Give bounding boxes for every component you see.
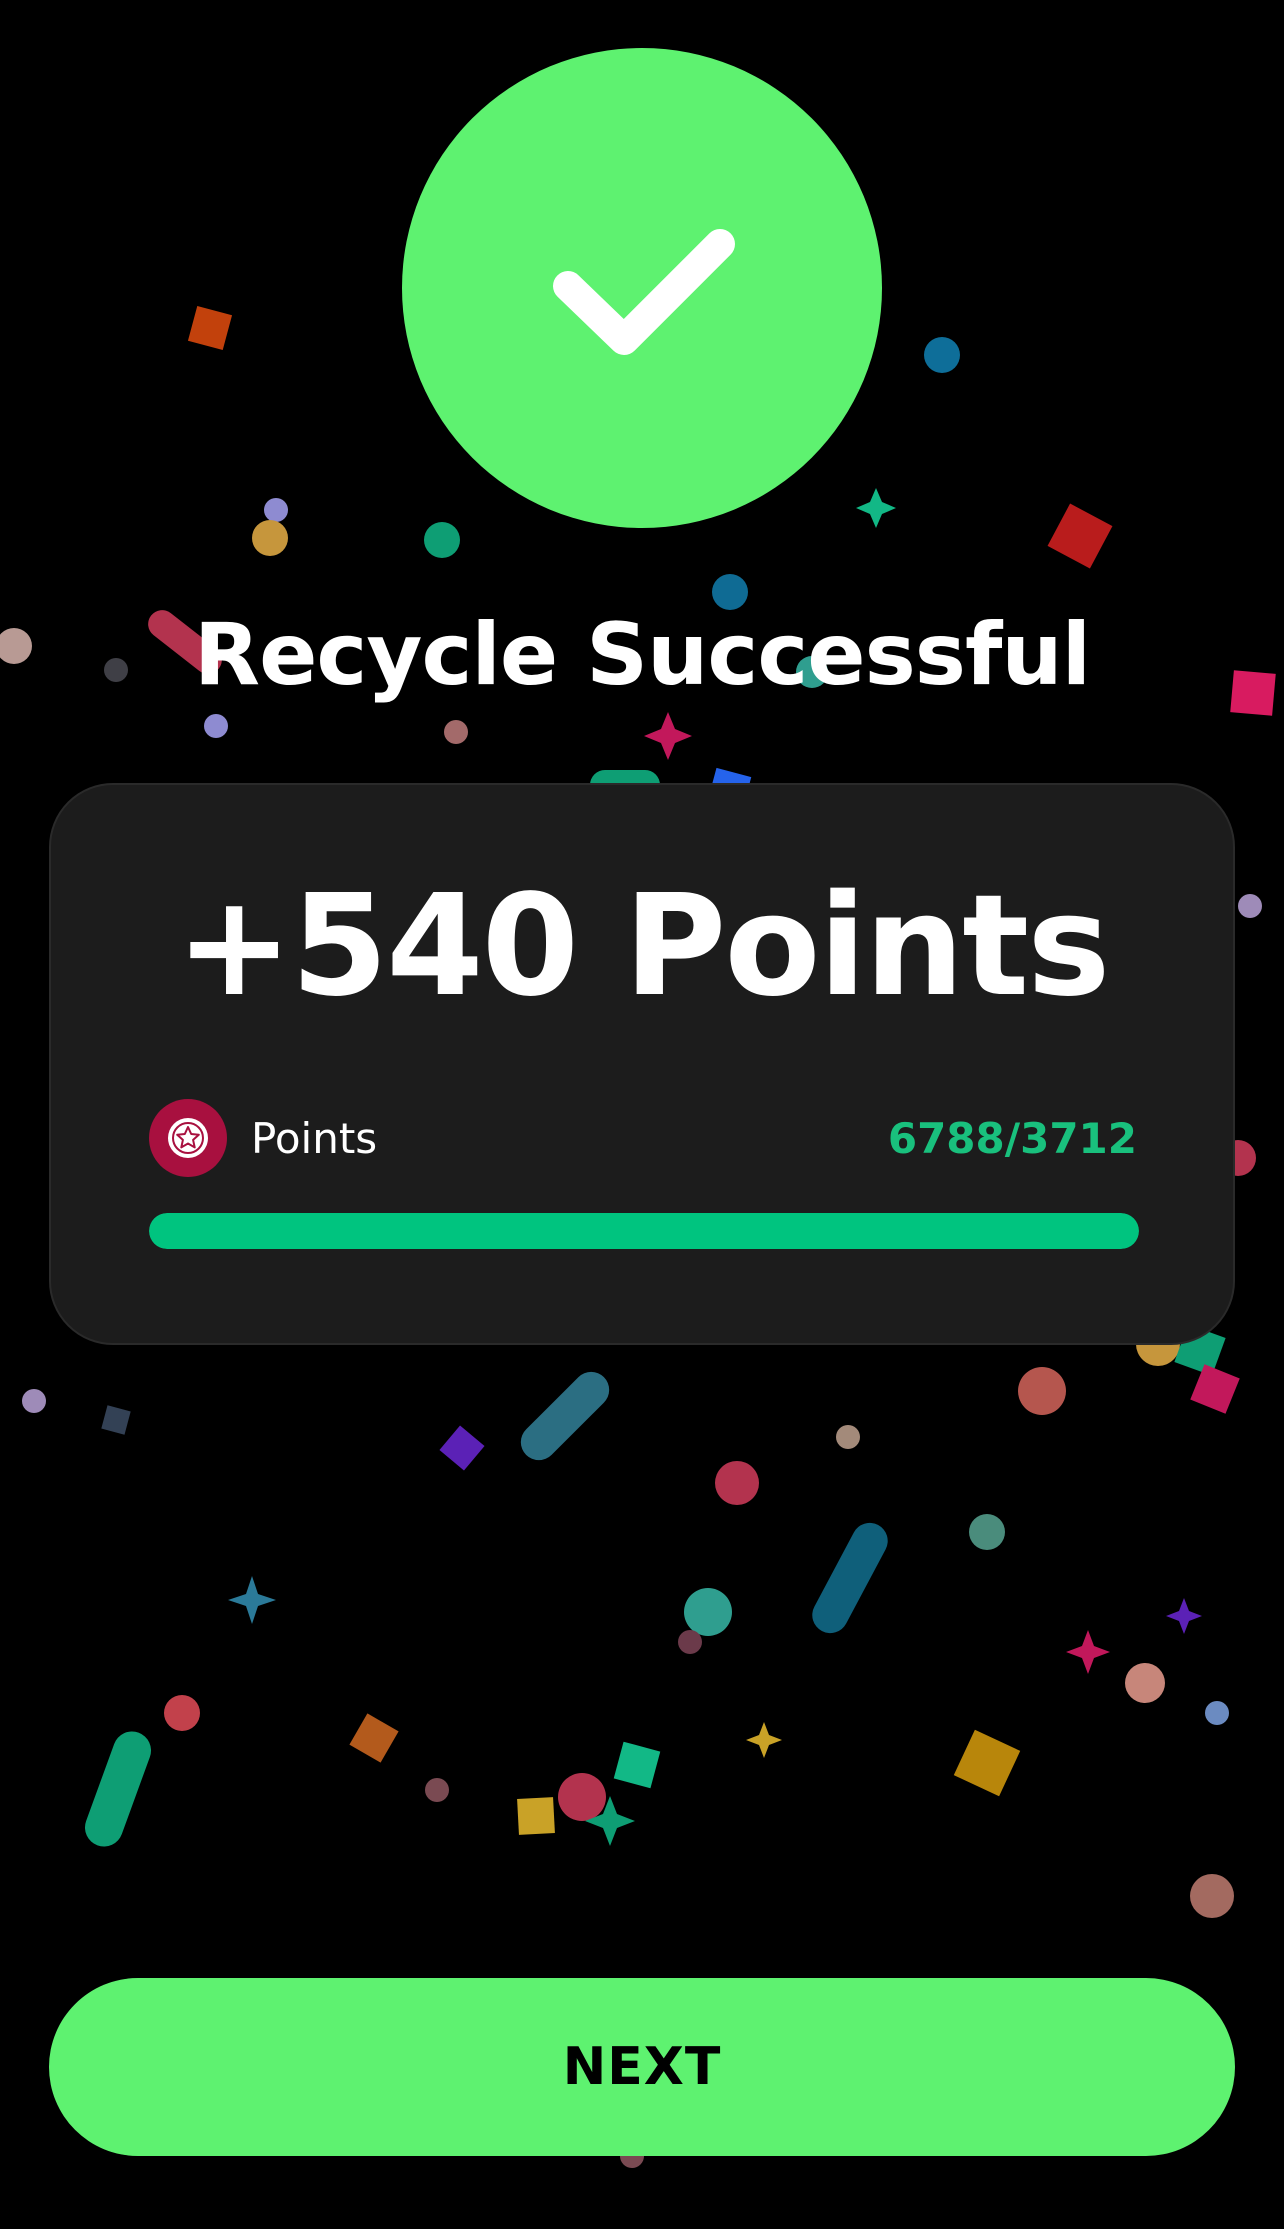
confetti-piece xyxy=(164,1695,200,1731)
confetti-piece xyxy=(836,1425,860,1449)
points-awarded: +540 Points xyxy=(175,865,1111,1028)
points-progress-text: 6788/3712 xyxy=(887,1114,1137,1163)
confetti-piece xyxy=(613,1741,661,1789)
confetti-piece xyxy=(678,1630,702,1654)
confetti-piece xyxy=(1066,1630,1110,1674)
confetti-piece xyxy=(349,1713,399,1763)
confetti-piece xyxy=(264,498,288,522)
confetti-piece xyxy=(969,1514,1005,1550)
points-progress-fill xyxy=(149,1213,1139,1249)
confetti-piece xyxy=(812,1522,888,1634)
confetti-piece xyxy=(924,337,960,373)
confetti-piece xyxy=(84,1731,152,1847)
confetti-piece xyxy=(746,1722,782,1758)
star-badge-icon xyxy=(149,1099,227,1177)
next-button[interactable]: NEXT xyxy=(49,1978,1235,2156)
checkmark-icon xyxy=(553,229,735,355)
confetti-piece xyxy=(252,520,288,556)
points-card: +540 Points Points 6788/3712 xyxy=(49,783,1235,1345)
confetti-piece xyxy=(444,720,468,744)
confetti-piece xyxy=(715,1461,759,1505)
confetti-piece xyxy=(228,1576,276,1624)
confetti-piece xyxy=(425,1778,449,1802)
points-label: Points xyxy=(251,1114,378,1163)
confetti-piece xyxy=(1018,1367,1066,1415)
confetti-piece xyxy=(684,1588,732,1636)
success-circle xyxy=(402,48,882,528)
confetti-piece xyxy=(644,712,692,760)
confetti-piece xyxy=(558,1773,606,1821)
confetti-piece xyxy=(424,522,460,558)
confetti-piece xyxy=(856,488,896,528)
page-title: Recycle Successful xyxy=(193,605,1091,705)
confetti-piece xyxy=(1205,1701,1229,1725)
confetti-piece xyxy=(1047,503,1113,569)
confetti-piece xyxy=(22,1389,46,1413)
confetti-piece xyxy=(187,305,233,351)
confetti-piece xyxy=(520,1371,610,1461)
confetti-piece xyxy=(439,1425,485,1471)
confetti-piece xyxy=(1190,1874,1234,1918)
confetti-piece xyxy=(101,1405,131,1435)
confetti-piece xyxy=(1190,1364,1240,1414)
confetti-piece xyxy=(953,1729,1021,1797)
confetti-piece xyxy=(517,1797,555,1835)
confetti-piece xyxy=(1125,1663,1165,1703)
confetti-piece xyxy=(204,714,228,738)
confetti-piece xyxy=(1238,894,1262,918)
confetti-piece xyxy=(1166,1598,1202,1634)
points-progress-bar xyxy=(149,1213,1139,1249)
